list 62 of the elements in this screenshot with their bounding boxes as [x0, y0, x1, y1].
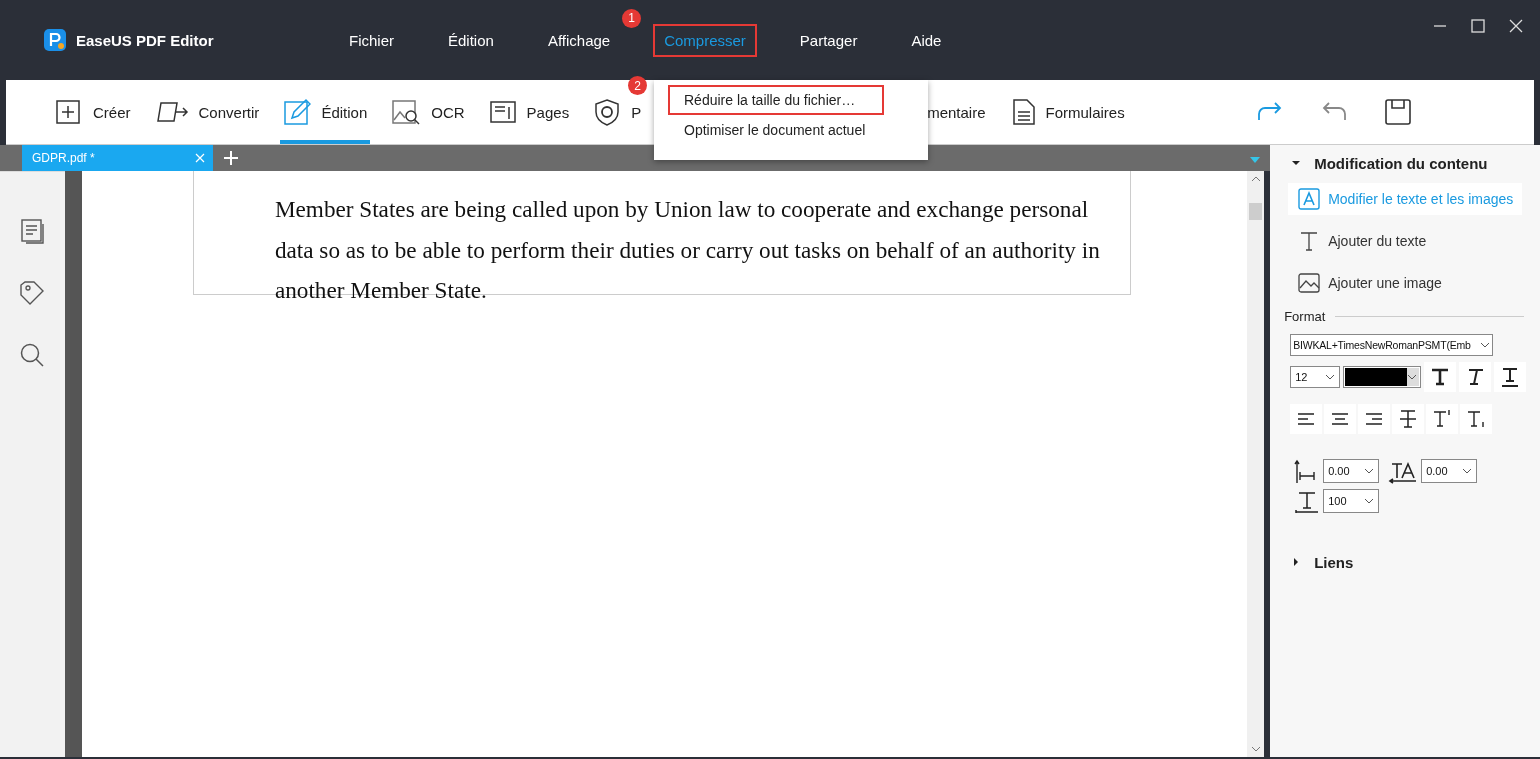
app-logo-icon	[44, 29, 66, 51]
pencil-edit-icon	[283, 98, 312, 126]
toolbar-button[interactable]: Pages	[485, 80, 573, 144]
pages-icon[interactable]	[19, 218, 46, 244]
maximize-icon[interactable]	[1468, 16, 1488, 36]
scroll-up-icon[interactable]	[1250, 175, 1261, 183]
pages-icon	[488, 98, 517, 126]
expanded-triangle-icon[interactable]	[1292, 159, 1301, 167]
chevron-icon	[1364, 498, 1375, 504]
scrollbar-thumb[interactable]	[1249, 203, 1263, 220]
menu-item[interactable]: Fichier	[338, 23, 405, 57]
number-dropdown[interactable]: 0.00	[1323, 459, 1380, 483]
section-title[interactable]: Liens	[1314, 553, 1354, 571]
scroll-down-icon[interactable]	[1250, 745, 1261, 753]
image-icon	[1298, 272, 1321, 294]
add-tab-icon[interactable]	[223, 150, 239, 166]
search-icon[interactable]	[19, 342, 46, 368]
menu-option[interactable]: Optimiser le document actuel	[668, 115, 884, 145]
italic-t-icon[interactable]	[1459, 362, 1492, 392]
menu-item[interactable]: Aide	[900, 23, 953, 57]
shield-icon	[593, 98, 622, 126]
toolbar-button[interactable]: mentaire	[924, 80, 989, 144]
underline-t-icon[interactable]	[1494, 362, 1527, 392]
section-title[interactable]: Modification du contenu	[1314, 154, 1488, 172]
collapsed-triangle-icon[interactable]	[1292, 558, 1301, 566]
chevron-icon	[1462, 468, 1473, 474]
step-badge: 1	[622, 8, 642, 28]
color-picker[interactable]	[1343, 366, 1422, 388]
panel-option[interactable]: Ajouter du texte	[1288, 225, 1523, 257]
number-dropdown[interactable]: 100	[1323, 489, 1380, 513]
strikethrough-t-icon[interactable]	[1392, 404, 1425, 434]
dropdown-triangle-icon[interactable]	[1250, 157, 1260, 163]
panel-option[interactable]: Ajouter une image	[1288, 267, 1523, 299]
font-dropdown[interactable]: BIWKAL+TimesNewRomanPSMT(Emb	[1290, 334, 1494, 356]
document-paragraph: Member States are being called upon by Union law to cooperate and exchange personal data so as to be able to perform their duties or carry out tasks on behalf of an authority in another Member State.	[274, 195, 1101, 305]
align-right-icon[interactable]	[1358, 404, 1391, 434]
menu-item[interactable]: Édition	[437, 23, 505, 57]
chevron-icon	[1480, 342, 1491, 348]
a-letter-icon	[1298, 188, 1321, 210]
menu-option[interactable]: Réduire la taille du fichier…	[668, 85, 884, 115]
app-title: EaseUS PDF Editor	[76, 31, 215, 49]
align-left-icon[interactable]	[1290, 404, 1323, 434]
plus-icon	[55, 98, 83, 126]
image-magnifier-icon	[391, 98, 422, 126]
number-dropdown[interactable]: 0.00	[1421, 459, 1478, 483]
format-label: Format	[1284, 309, 1326, 324]
tag-icon[interactable]	[19, 280, 46, 306]
save-icon[interactable]	[1383, 98, 1412, 126]
chevron-icon	[1364, 468, 1375, 474]
toolbar-button[interactable]: Convertir	[151, 80, 263, 144]
align-center-icon[interactable]	[1324, 404, 1357, 434]
menu-item[interactable]: Partager	[788, 23, 869, 57]
superscript-t-icon[interactable]	[1426, 404, 1459, 434]
chevron-icon	[1407, 374, 1418, 380]
subscript-t-icon[interactable]	[1460, 404, 1493, 434]
toolbar-button[interactable]: Créer	[52, 80, 134, 144]
bold-t-icon[interactable]	[1424, 362, 1457, 392]
chevron-icon	[1325, 374, 1336, 380]
menu-item[interactable]: Affichage	[536, 23, 622, 57]
toolbar-button[interactable]: OCR	[388, 80, 468, 144]
font-size-dropdown[interactable]: 12	[1290, 366, 1341, 388]
toolbar-button[interactable]: Formulaires	[1006, 80, 1128, 144]
